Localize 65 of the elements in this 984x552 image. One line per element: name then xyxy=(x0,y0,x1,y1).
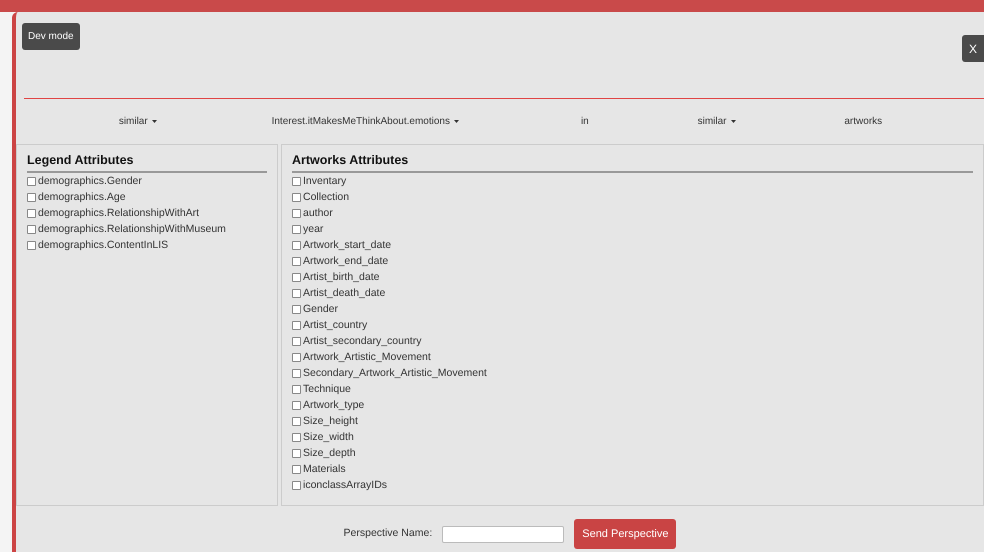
checkbox-item[interactable]: demographics.RelationshipWithArt xyxy=(27,206,267,222)
checkbox[interactable] xyxy=(292,417,301,426)
checkbox[interactable] xyxy=(292,321,301,330)
checkbox-item[interactable]: demographics.RelationshipWithMuseum xyxy=(27,222,267,238)
checkbox[interactable] xyxy=(292,449,301,458)
dropdown[interactable]: Interest.itMakesMeThinkAbout.emotions xyxy=(272,114,459,128)
checkbox-item[interactable]: Gender xyxy=(292,302,973,318)
checkbox-item[interactable]: Artwork_end_date xyxy=(292,254,973,270)
checkbox[interactable] xyxy=(292,369,301,378)
query-label: artworks xyxy=(844,114,882,128)
checkbox-item[interactable]: Size_height xyxy=(292,414,973,430)
checkbox[interactable] xyxy=(292,481,301,490)
dropdown[interactable]: similar xyxy=(698,114,736,128)
checkbox-item[interactable]: Collection xyxy=(292,190,973,206)
checkbox[interactable] xyxy=(292,465,301,474)
checkbox[interactable] xyxy=(292,401,301,410)
checkbox-item[interactable]: demographics.Gender xyxy=(27,174,267,190)
panel-title: Artworks Attributes xyxy=(292,151,973,173)
checkbox[interactable] xyxy=(292,177,301,186)
checkbox[interactable] xyxy=(27,241,36,250)
checkbox-item[interactable]: demographics.ContentInLIS xyxy=(27,238,267,254)
close-button[interactable]: X xyxy=(962,35,984,62)
checkbox-item[interactable]: Size_depth xyxy=(292,446,973,462)
checkbox[interactable] xyxy=(292,209,301,218)
send-perspective-button[interactable]: Send Perspective xyxy=(574,519,676,549)
checkbox[interactable] xyxy=(292,193,301,202)
checkbox[interactable] xyxy=(292,225,301,234)
query-label: in xyxy=(580,114,589,128)
checkbox[interactable] xyxy=(292,433,301,442)
checkbox-item[interactable]: Artwork_start_date xyxy=(292,238,973,254)
checkbox-item[interactable]: Artist_country xyxy=(292,318,973,334)
checkbox[interactable] xyxy=(292,289,301,298)
perspective-name-label: Perspective Name: xyxy=(344,526,432,542)
checkbox[interactable] xyxy=(292,337,301,346)
checkbox-item[interactable]: author xyxy=(292,206,973,222)
checkbox-item[interactable]: Technique xyxy=(292,382,973,398)
checkbox-item[interactable]: Artist_death_date xyxy=(292,286,973,302)
checkbox[interactable] xyxy=(27,225,36,234)
checkbox-item[interactable]: iconclassArrayIDs xyxy=(292,478,973,494)
checkbox-item[interactable]: year xyxy=(292,222,973,238)
checkbox-item[interactable]: Artwork_type xyxy=(292,398,973,414)
checkbox[interactable] xyxy=(292,353,301,362)
checkbox-item[interactable]: demographics.Age xyxy=(27,190,267,206)
checkbox-item[interactable]: Inventary xyxy=(292,174,973,190)
caret-icon xyxy=(730,120,736,122)
checkbox-item[interactable]: Materials xyxy=(292,462,973,478)
caret-icon xyxy=(454,120,459,122)
checkbox-item[interactable]: Artist_birth_date xyxy=(292,270,973,286)
checkbox[interactable] xyxy=(292,273,301,282)
panel-title: Legend Attributes xyxy=(27,151,267,173)
caret-icon xyxy=(152,120,157,122)
checkbox[interactable] xyxy=(27,209,36,218)
checkbox-item[interactable]: Artwork_Artistic_Movement xyxy=(292,350,973,366)
checkbox[interactable] xyxy=(292,305,301,314)
checkbox-item[interactable]: Artist_secondary_country xyxy=(292,334,973,350)
dropdown[interactable]: similar xyxy=(118,114,157,128)
checkbox[interactable] xyxy=(27,177,36,186)
checkbox[interactable] xyxy=(292,241,301,250)
checkbox[interactable] xyxy=(292,385,301,394)
checkbox-item[interactable]: Secondary_Artwork_Artistic_Movement xyxy=(292,366,973,382)
dev-mode-button[interactable]: Dev mode xyxy=(22,23,80,50)
checkbox-item[interactable]: Size_width xyxy=(292,430,973,446)
checkbox[interactable] xyxy=(27,193,36,202)
checkbox[interactable] xyxy=(292,257,301,266)
perspective-name-field[interactable] xyxy=(442,526,564,542)
